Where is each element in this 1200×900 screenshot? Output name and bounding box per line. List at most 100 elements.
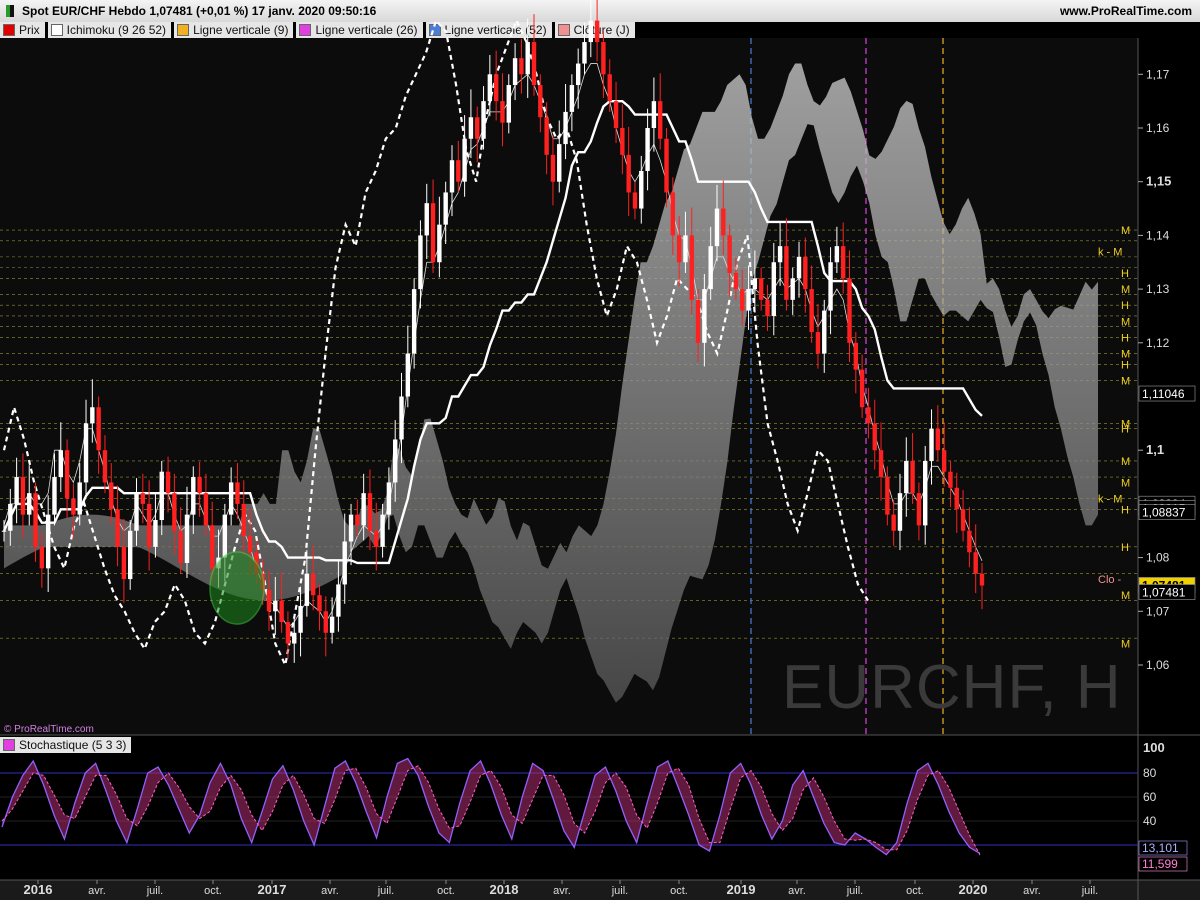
level-marker: H: [1121, 268, 1129, 280]
candle-body: [651, 101, 657, 128]
candle-body: [266, 589, 272, 612]
level-marker: M: [1121, 375, 1130, 387]
price-tick-label: 1,16: [1146, 121, 1170, 135]
candle-body: [399, 396, 404, 440]
time-tick-label: juil.: [146, 885, 164, 897]
level-marker: Clo -: [1098, 574, 1122, 586]
stochastic-d-value: 11,599: [1142, 857, 1178, 871]
time-tick-label: juil.: [1081, 885, 1099, 897]
stochastic-tick-label: 40: [1143, 814, 1157, 828]
stochastic-legend-label: Stochastique (5 3 3): [19, 738, 127, 752]
candle-body: [740, 289, 745, 311]
time-tick-label: juil.: [377, 885, 395, 897]
candle-body: [929, 428, 934, 461]
level-marker: M: [1121, 316, 1130, 328]
candle-body: [519, 58, 524, 75]
candle-body: [683, 235, 688, 263]
plot-area: [0, 38, 1138, 735]
candle-body: [620, 128, 625, 155]
time-axis: [0, 880, 1200, 900]
price-tick-label: 1,08: [1146, 551, 1170, 565]
candle-body: [8, 503, 13, 531]
candle-body: [771, 262, 776, 316]
candle-body: [475, 117, 480, 139]
candle-body: [847, 278, 852, 343]
candle-body: [607, 74, 612, 102]
level-marker: H: [1121, 359, 1129, 371]
candle-body: [557, 144, 562, 182]
candle-body: [304, 573, 310, 606]
candle-body: [449, 160, 455, 193]
level-marker: M: [1121, 590, 1130, 602]
candle-body: [853, 342, 859, 370]
candle-body: [310, 573, 316, 596]
candle-body: [500, 101, 505, 123]
candle-body: [228, 482, 234, 515]
candle-body: [462, 138, 467, 182]
candle-body: [127, 530, 133, 580]
candle-body: [115, 509, 120, 547]
candle-body: [582, 42, 587, 64]
candle-body: [733, 272, 739, 290]
candle-body: [809, 289, 814, 333]
candle-body: [727, 235, 732, 273]
candle-body: [393, 439, 398, 483]
time-tick-label: oct.: [906, 885, 924, 897]
time-tick-label: 2016: [24, 882, 53, 897]
price-tick-label: 1,13: [1146, 282, 1170, 296]
candle-body: [834, 246, 840, 263]
candle-body: [146, 503, 152, 547]
price-tick-label: 1,17: [1146, 67, 1170, 81]
candle-body: [941, 450, 947, 472]
price-tick-label: 1,06: [1146, 658, 1170, 672]
price-label: 1,11046: [1142, 387, 1185, 401]
time-tick-label: juil.: [611, 885, 629, 897]
candle-body: [885, 477, 890, 515]
candle-body: [197, 477, 202, 494]
candle-body: [159, 471, 164, 521]
time-tick-label: avr.: [1023, 885, 1041, 897]
price-tick-label: 1,14: [1146, 228, 1170, 242]
level-marker: M: [1121, 456, 1130, 468]
candle-body: [14, 477, 19, 504]
level-marker: k - M: [1098, 247, 1122, 259]
candle-body: [828, 262, 833, 311]
candle-body: [33, 493, 38, 547]
price-tick-label: 1,12: [1146, 336, 1170, 350]
candle-body: [367, 493, 373, 531]
credit-text: © ProRealTime.com: [4, 724, 94, 735]
candle-body: [487, 74, 493, 102]
candle-body: [77, 482, 82, 515]
level-marker: H: [1121, 504, 1129, 516]
candle-body: [140, 493, 146, 504]
candle-body: [803, 256, 808, 290]
stochastic-legend-item[interactable]: Stochastique (5 3 3): [0, 737, 132, 753]
candle-body: [52, 477, 57, 515]
candle-body: [752, 278, 758, 290]
candle-body: [380, 514, 385, 547]
time-tick-label: avr.: [788, 885, 806, 897]
candle-body: [575, 63, 581, 86]
candle-body: [910, 460, 915, 494]
candle-body: [298, 605, 303, 633]
price-chart[interactable]: 1,17 1,16 1,15 1,14 1,13 1,12 1,1 1,08 1,07 1,06 1…: [0, 0, 1200, 900]
candle-body: [784, 246, 789, 300]
candle-body: [241, 503, 246, 537]
stochastic-legend: Stochastique (5 3 3): [0, 737, 132, 753]
candle-body: [777, 246, 783, 263]
candle-body: [424, 203, 429, 236]
candle-body: [153, 520, 158, 547]
stochastic-tick-label: 60: [1143, 790, 1157, 804]
watermark: EURCHF, H: [782, 653, 1122, 722]
candle-body: [273, 600, 278, 612]
candle-body: [418, 235, 423, 290]
candle-body: [746, 289, 751, 311]
candle-body: [676, 235, 682, 263]
candle-body: [20, 477, 26, 515]
price-label: 1,08837: [1142, 506, 1186, 520]
candle-body: [840, 246, 846, 279]
level-marker: M: [1121, 477, 1130, 489]
candle-body: [948, 471, 953, 488]
candle-body: [512, 58, 518, 86]
candle-body: [670, 192, 676, 236]
